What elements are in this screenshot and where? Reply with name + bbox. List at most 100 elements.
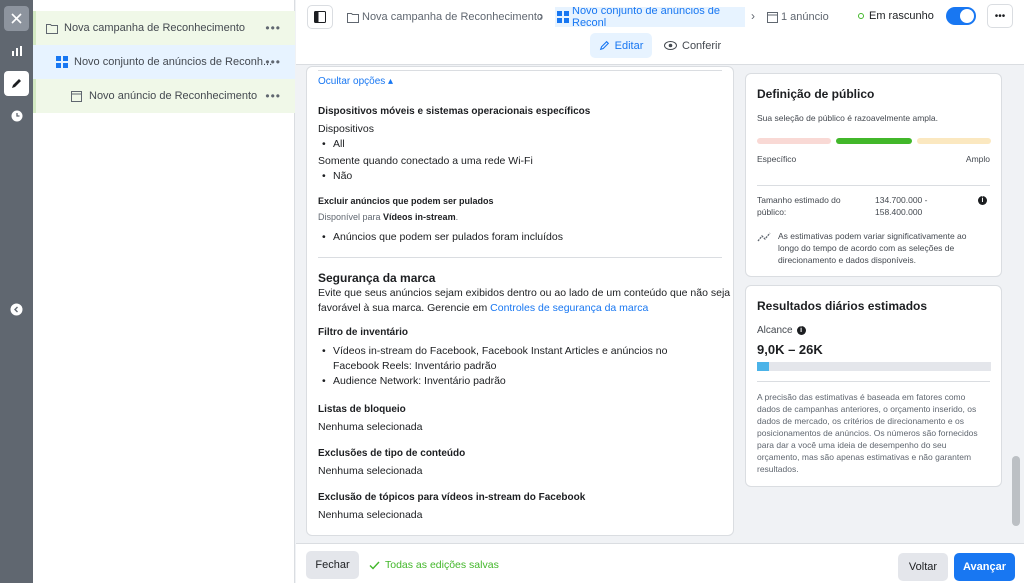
audience-size-value-2: 158.400.000 <box>875 207 923 217</box>
broad-label: Amplo <box>965 154 990 164</box>
edit-tab-label: Editar <box>614 39 644 52</box>
brand-safety-controls-link[interactable]: Controles de segurança da marca <box>490 302 648 314</box>
devices-label: Dispositivos <box>318 123 375 135</box>
blocklists-value: Nenhuma selecionada <box>318 421 423 433</box>
skippable-value: Anúncios que podem ser pulados foram inc… <box>322 231 563 243</box>
skippable-title: Excluir anúncios que podem ser pulados <box>318 196 494 206</box>
folder-icon <box>45 22 58 35</box>
info-icon[interactable]: i <box>978 196 987 205</box>
brand-safety-title: Segurança da marca <box>318 271 436 285</box>
footer-bar: Fechar Todas as edições salvas Voltar Av… <box>296 543 1024 583</box>
breadcrumb-ads-label: 1 anúncio <box>781 11 829 23</box>
reach-label: Alcance <box>757 325 793 336</box>
daily-results-title: Resultados diários estimados <box>757 299 928 313</box>
clock-icon[interactable] <box>4 103 29 128</box>
campaign-tree: Nova campanha de Reconhecimento ••• Novo… <box>33 0 295 583</box>
content-type-value: Nenhuma selecionada <box>318 465 423 477</box>
close-icon[interactable] <box>4 6 29 31</box>
close-button[interactable]: Fechar <box>306 551 359 579</box>
left-rail <box>0 0 33 583</box>
toggle-switch[interactable] <box>946 7 976 25</box>
ad-icon <box>70 90 83 103</box>
reach-label-row: Alcance i <box>757 325 806 336</box>
status-dot-icon <box>858 13 864 19</box>
pencil-icon[interactable] <box>4 71 29 96</box>
inventory-item-1-cont: Facebook Reels: Inventário padrão <box>333 360 497 372</box>
scrollbar-thumb[interactable] <box>1012 456 1020 526</box>
audience-definition-card: Definição de público Sua seleção de públ… <box>745 73 1002 277</box>
tree-ad-label: Novo anúncio de Reconhecimento <box>89 90 258 102</box>
more-options-button[interactable]: ••• <box>987 4 1013 28</box>
topics-value: Nenhuma selecionada <box>318 509 423 521</box>
bar-chart-icon[interactable] <box>4 38 29 63</box>
divider <box>318 70 722 71</box>
status-badge: Em rascunho <box>858 10 934 22</box>
status-label: Em rascunho <box>869 10 934 22</box>
top-bar: Nova campanha de Reconhecimento › Novo c… <box>296 0 1024 65</box>
blocklists-title: Listas de bloqueio <box>318 404 406 415</box>
inventory-item-2: Audience Network: Inventário padrão <box>322 375 506 387</box>
tree-item-campaign[interactable]: Nova campanha de Reconhecimento ••• <box>33 11 295 45</box>
devices-value: All <box>322 138 344 150</box>
adset-more-icon[interactable]: ••• <box>265 55 281 69</box>
reach-bar-fill <box>757 362 769 371</box>
chevron-right-icon: › <box>751 9 755 23</box>
grid-icon <box>557 11 569 23</box>
scrollbar[interactable] <box>1010 66 1022 536</box>
sidebar-icon <box>314 11 326 23</box>
saved-status-label: Todas as edições salvas <box>385 559 499 571</box>
tree-campaign-label: Nova campanha de Reconhecimento <box>64 22 246 34</box>
campaign-more-icon[interactable]: ••• <box>265 21 281 35</box>
ad-more-icon[interactable]: ••• <box>265 89 281 103</box>
tree-item-ad[interactable]: Novo anúncio de Reconhecimento ••• <box>33 79 295 113</box>
meter-middle <box>836 138 912 144</box>
meter-specific <box>757 138 831 144</box>
panel-toggle-button[interactable] <box>307 5 333 29</box>
audience-size-label-1: Tamanho estimado do <box>757 195 841 205</box>
disclaimer-line: orçamento, mas são apenas estimativas e … <box>757 452 972 462</box>
devices-title: Dispositivos móveis e sistemas operacion… <box>318 106 591 117</box>
meter-broad <box>917 138 991 144</box>
daily-results-card: Resultados diários estimados Alcance i 9… <box>745 285 1002 487</box>
brand-safety-desc-2: favorável à sua marca. Gerencie em Contr… <box>318 302 649 314</box>
inventory-filter-title: Filtro de inventário <box>318 327 409 338</box>
breadcrumb-ads[interactable]: 1 anúncio <box>767 9 829 25</box>
eye-icon <box>664 41 677 50</box>
audience-note-2: longo do tempo de acordo com as seleções… <box>778 243 955 253</box>
review-tab[interactable]: Conferir <box>664 33 721 58</box>
audience-meter <box>757 138 991 144</box>
audience-size-label-2: público: <box>757 207 787 217</box>
back-button[interactable]: Voltar <box>898 553 948 581</box>
disclaimer-line: resultados. <box>757 464 799 474</box>
reach-value: 9,0K – 26K <box>757 342 823 357</box>
folder-icon <box>347 12 359 23</box>
divider <box>757 381 990 382</box>
inventory-item-1: Vídeos in-stream do Facebook, Facebook I… <box>322 345 667 357</box>
edit-tab[interactable]: Editar <box>590 33 652 58</box>
saved-status: Todas as edições salvas <box>369 559 499 571</box>
next-button[interactable]: Avançar <box>954 553 1015 581</box>
collapse-panel-icon[interactable] <box>4 297 29 322</box>
review-tab-label: Conferir <box>682 39 722 52</box>
editor-panel: Ocultar opções ▴ Dispositivos móveis e s… <box>306 66 734 536</box>
disclaimer-line: dados de mercado, os critérios de direci… <box>757 416 964 426</box>
audience-subtitle: Sua seleção de público é razoavelmente a… <box>757 113 938 123</box>
disclaimer-line: posicionamentos de anúncios. Os números … <box>757 428 978 438</box>
breadcrumb-adset[interactable]: Novo conjunto de anúncios de Reconl <box>555 7 745 27</box>
chevron-right-icon: › <box>539 9 543 23</box>
breadcrumb-campaign-label: Nova campanha de Reconhecimento <box>362 11 544 23</box>
tree-item-adset[interactable]: Novo conjunto de anúncios de Reconh... •… <box>33 45 295 79</box>
info-icon[interactable]: i <box>796 326 806 335</box>
breadcrumb-campaign[interactable]: Nova campanha de Reconhecimento <box>347 9 543 25</box>
wifi-value: Não <box>322 170 352 182</box>
audience-size-value-1: 134.700.000 - <box>875 195 928 205</box>
audience-note-3: direcionamento e dados disponíveis. <box>778 255 916 265</box>
skippable-availability: Disponível para Vídeos in-stream. <box>318 212 459 222</box>
divider <box>318 257 722 258</box>
hide-options-link[interactable]: Ocultar opções ▴ <box>318 76 393 87</box>
check-icon <box>369 561 380 570</box>
disclaimer-line: para dar a você uma ideia de desempenho … <box>757 440 947 450</box>
content-type-title: Exclusões de tipo de conteúdo <box>318 448 466 459</box>
topics-title: Exclusão de tópicos para vídeos in-strea… <box>318 492 586 503</box>
specific-label: Específico <box>757 154 797 164</box>
